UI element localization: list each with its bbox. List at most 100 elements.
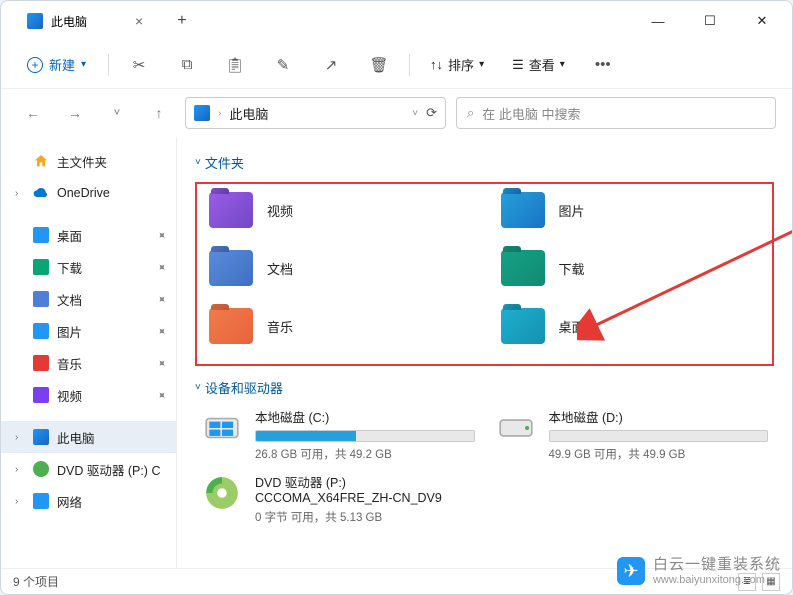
chevron-right-icon: › — [15, 464, 25, 475]
chevron-down-icon: ˅ — [195, 382, 201, 393]
divider — [108, 54, 109, 76]
view-button[interactable]: ☰ 查看 ▾ — [504, 49, 573, 80]
pc-icon — [33, 429, 49, 445]
back-button[interactable]: ← — [17, 97, 49, 129]
section-folders-header[interactable]: ˅ 文件夹 — [195, 153, 774, 172]
sidebar-item-quick[interactable]: 文档 ✦ — [1, 283, 176, 315]
close-button[interactable]: ✕ — [740, 6, 784, 36]
paste-icon[interactable]: 📋︎ — [217, 47, 253, 83]
sidebar-item-network[interactable]: › 网络 — [1, 485, 176, 517]
sidebar-item-onedrive[interactable]: › OneDrive — [1, 177, 176, 209]
sort-button[interactable]: ↑↓ 排序 ▾ — [422, 49, 492, 80]
folder-item[interactable]: 下载 — [497, 246, 765, 290]
plus-icon: + — [27, 57, 43, 73]
minimize-button[interactable]: — — [636, 6, 680, 36]
pc-icon — [27, 13, 43, 29]
share-icon[interactable]: ↗ — [313, 47, 349, 83]
new-label: 新建 — [49, 55, 75, 74]
refresh-icon[interactable]: ⟳ — [426, 105, 437, 121]
more-icon[interactable]: ••• — [585, 47, 621, 83]
sidebar-item-quick[interactable]: 图片 ✦ — [1, 315, 176, 347]
sidebar-item-quick[interactable]: 视频 ✦ — [1, 379, 176, 411]
chevron-down-icon: ˅ — [195, 157, 201, 168]
new-tab-button[interactable]: + — [169, 8, 194, 34]
pin-icon: ✦ — [154, 291, 170, 307]
cloud-icon — [33, 185, 49, 201]
disc-icon — [33, 461, 49, 477]
chevron-right-icon: › — [218, 108, 221, 119]
tab-this-pc[interactable]: 此电脑 × — [13, 7, 157, 36]
address-path: 此电脑 — [229, 104, 268, 123]
folders-grid: 视频 图片 文档 下载 音乐 桌面 — [195, 182, 774, 366]
folder-icon — [209, 250, 253, 286]
drive-icon — [201, 472, 243, 514]
delete-icon[interactable]: 🗑︎ — [361, 47, 397, 83]
drive-icon — [495, 407, 537, 449]
sidebar-item-this-pc[interactable]: › 此电脑 — [1, 421, 176, 453]
rename-icon[interactable]: ✎ — [265, 47, 301, 83]
sidebar-item-quick[interactable]: 下载 ✦ — [1, 251, 176, 283]
section-drives-header[interactable]: ˅ 设备和驱动器 — [195, 378, 774, 397]
drive-item[interactable]: 本地磁盘 (C:) 26.8 GB 可用，共 49.2 GB — [201, 407, 475, 462]
sidebar: 主文件夹 › OneDrive 桌面 ✦ 下载 ✦ 文档 ✦ 图片 ✦ 音乐 ✦… — [1, 137, 177, 568]
drive-item[interactable]: 本地磁盘 (D:) 49.9 GB 可用，共 49.9 GB — [495, 407, 769, 462]
drive-name: 本地磁盘 (C:) — [255, 407, 475, 426]
folder-icon — [33, 259, 49, 275]
search-icon: ⌕ — [467, 105, 474, 121]
folder-item[interactable]: 视频 — [205, 188, 473, 232]
sidebar-item-home[interactable]: 主文件夹 — [1, 145, 176, 177]
usage-bar — [255, 430, 475, 442]
sidebar-item-dvd[interactable]: › DVD 驱动器 (P:) C — [1, 453, 176, 485]
sort-icon: ↑↓ — [430, 57, 443, 72]
folder-icon — [33, 227, 49, 243]
watermark-logo: ✈ — [617, 557, 645, 585]
maximize-button[interactable]: ☐ — [688, 6, 732, 36]
chevron-right-icon: › — [15, 432, 25, 443]
drive-subtext: 26.8 GB 可用，共 49.2 GB — [255, 446, 475, 462]
pin-icon: ✦ — [154, 355, 170, 371]
up-button[interactable]: ↑ — [143, 97, 175, 129]
pin-icon: ✦ — [154, 387, 170, 403]
folder-item[interactable]: 文档 — [205, 246, 473, 290]
close-icon[interactable]: × — [135, 13, 143, 29]
usage-bar — [549, 430, 769, 442]
folder-item[interactable]: 音乐 — [205, 304, 473, 348]
copy-icon[interactable]: ⧉ — [169, 47, 205, 83]
pin-icon: ✦ — [154, 259, 170, 275]
chevron-down-icon: ▾ — [479, 59, 484, 70]
folder-icon — [33, 387, 49, 403]
drive-item[interactable]: DVD 驱动器 (P:)CCCOMA_X64FRE_ZH-CN_DV9 0 字节… — [201, 472, 475, 525]
pin-icon: ✦ — [154, 323, 170, 339]
view-icon: ☰ — [512, 57, 524, 73]
chevron-down-icon[interactable]: ˅ — [412, 108, 418, 119]
divider — [409, 54, 410, 76]
drives-grid: 本地磁盘 (C:) 26.8 GB 可用，共 49.2 GB 本地磁盘 (D:)… — [195, 407, 774, 525]
main-panel: ˅ 文件夹 视频 图片 文档 下载 音乐 桌面 ˅ 设备和驱动器 本地磁盘 (C… — [177, 137, 792, 568]
drive-icon — [201, 407, 243, 449]
folder-icon — [501, 250, 545, 286]
folder-icon — [501, 308, 545, 344]
chevron-right-icon: › — [15, 188, 25, 199]
cut-icon[interactable]: ✂ — [121, 47, 157, 83]
recent-button[interactable]: ˅ — [101, 97, 133, 129]
pin-icon: ✦ — [154, 227, 170, 243]
folder-icon — [33, 291, 49, 307]
forward-button[interactable]: → — [59, 97, 91, 129]
folder-item[interactable]: 图片 — [497, 188, 765, 232]
tab-title: 此电脑 — [51, 13, 87, 30]
sidebar-item-quick[interactable]: 音乐 ✦ — [1, 347, 176, 379]
new-button[interactable]: + 新建 ▾ — [17, 49, 96, 80]
drive-subtext: 49.9 GB 可用，共 49.9 GB — [549, 446, 769, 462]
drive-subtext: 0 字节 可用，共 5.13 GB — [255, 509, 475, 525]
drive-name: 本地磁盘 (D:) — [549, 407, 769, 426]
search-input[interactable]: ⌕ 在 此电脑 中搜索 — [456, 97, 776, 129]
folder-icon — [501, 192, 545, 228]
watermark: ✈ 白云一键重装系统 www.baiyunxitong.com — [617, 556, 781, 587]
folder-icon — [209, 308, 253, 344]
chevron-down-icon: ▾ — [81, 59, 86, 70]
sidebar-item-quick[interactable]: 桌面 ✦ — [1, 219, 176, 251]
folder-icon — [33, 323, 49, 339]
address-bar[interactable]: › 此电脑 ˅ ⟳ — [185, 97, 446, 129]
chevron-down-icon: ▾ — [560, 59, 565, 70]
folder-item[interactable]: 桌面 — [497, 304, 765, 348]
